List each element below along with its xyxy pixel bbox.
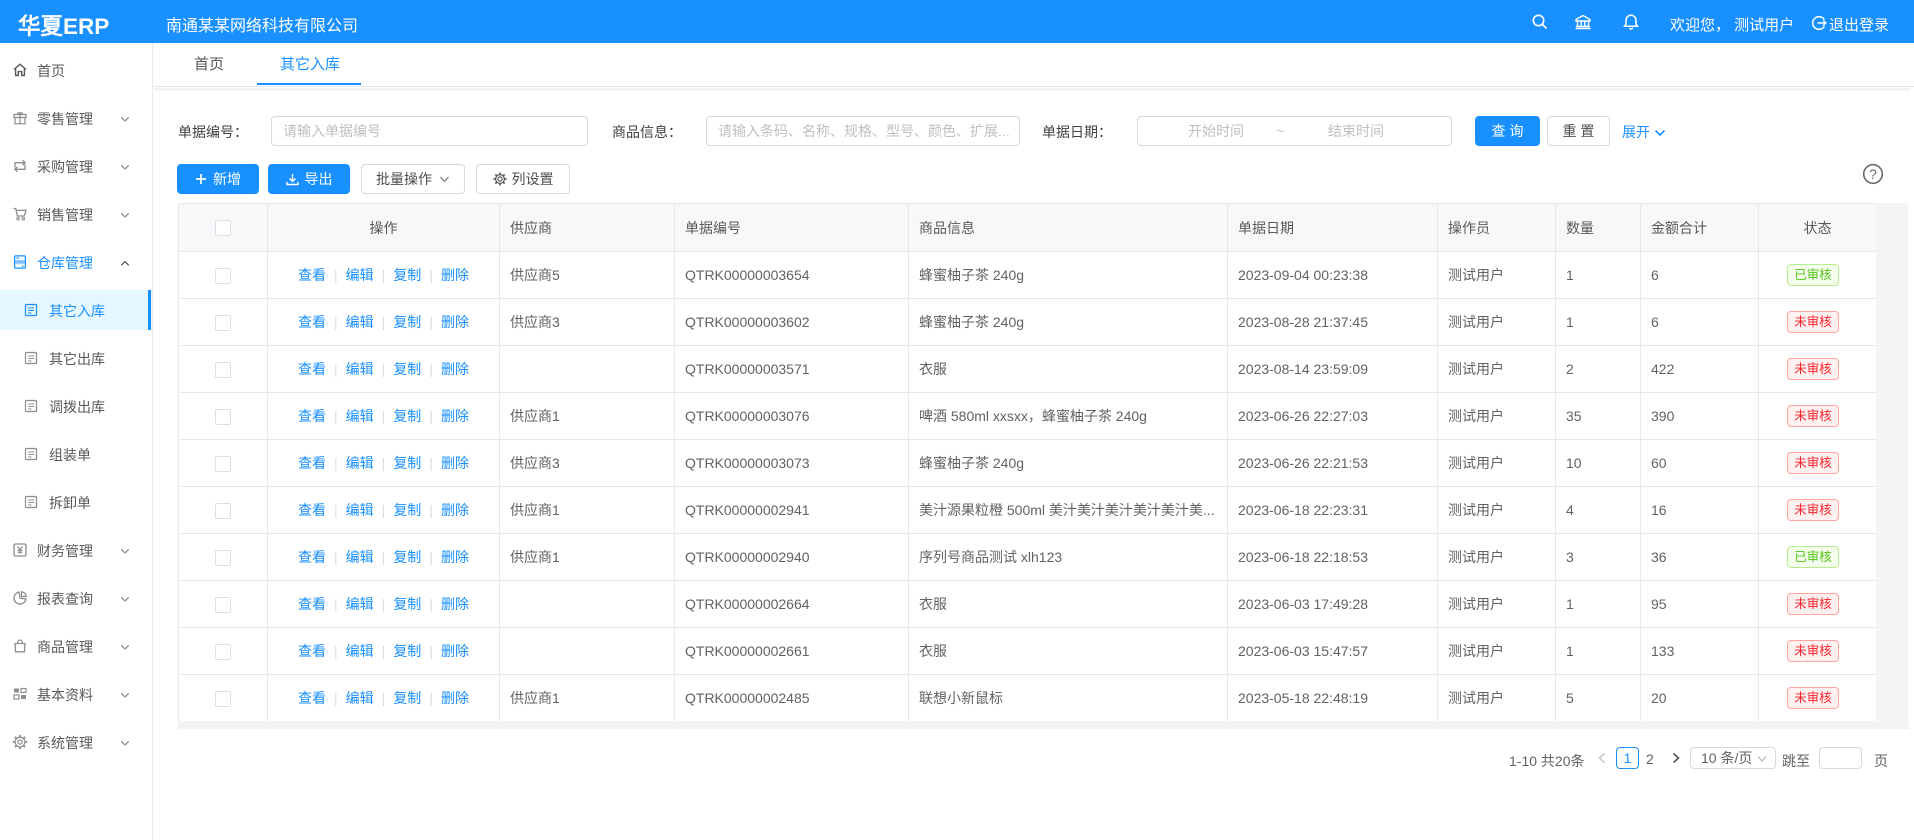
svg-text:?: ? (1869, 166, 1877, 182)
